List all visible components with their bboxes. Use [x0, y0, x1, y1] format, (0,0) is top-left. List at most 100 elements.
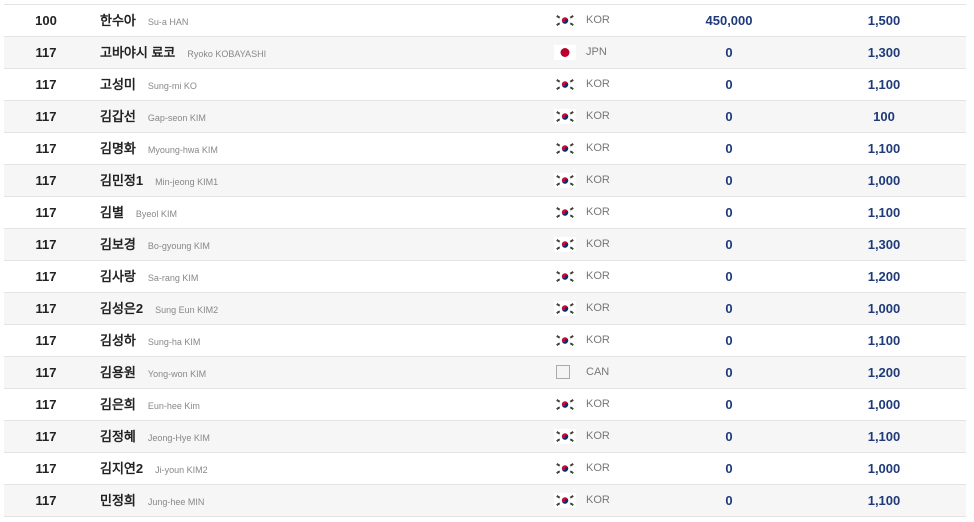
- flag-cell: [554, 261, 576, 292]
- kor-flag-icon: [554, 493, 576, 508]
- player-name[interactable]: 김명화 Myoung-hwa KIM: [100, 133, 218, 164]
- player-name[interactable]: 민정희 Jung-hee MIN: [100, 485, 204, 516]
- kor-flag-icon: [554, 141, 576, 156]
- player-name-korean[interactable]: 김정혜: [100, 429, 136, 444]
- player-name-korean[interactable]: 김지연2: [100, 461, 143, 476]
- player-name[interactable]: 김성하 Sung-ha KIM: [100, 325, 200, 356]
- player-name[interactable]: 김민정1 Min-jeong KIM1: [100, 165, 218, 196]
- player-name-korean[interactable]: 김갑선: [100, 109, 136, 124]
- table-row: 117 김보경 Bo-gyoung KIM KOR 0 1,300: [4, 229, 966, 261]
- table-row: 117 고바야시 료코 Ryoko KOBAYASHI JPN 0 1,300: [4, 37, 966, 69]
- flag-cell: [554, 69, 576, 100]
- points-cell: 0: [725, 45, 733, 60]
- player-name-english: Myoung-hwa KIM: [147, 145, 218, 155]
- points-cell: 0: [725, 77, 733, 92]
- flag-cell: [554, 357, 576, 388]
- points-cell: 0: [725, 237, 733, 252]
- player-name-english: Ryoko KOBAYASHI: [187, 49, 267, 59]
- player-name-english: Ji-youn KIM2: [155, 465, 208, 475]
- prize-cell: 1,100: [867, 205, 901, 220]
- flag-cell: [554, 165, 576, 196]
- kor-flag-icon: [554, 13, 576, 28]
- points-cell: 0: [725, 365, 733, 380]
- player-name-korean[interactable]: 고성미: [100, 77, 136, 92]
- player-name[interactable]: 고바야시 료코 Ryoko KOBAYASHI: [100, 37, 266, 68]
- broken-image-icon: [556, 365, 570, 379]
- player-name[interactable]: 김지연2 Ji-youn KIM2: [100, 453, 208, 484]
- rank-cell: 117: [35, 173, 57, 188]
- player-name-korean[interactable]: 김성하: [100, 333, 136, 348]
- table-row: 117 고성미 Sung-mi KO KOR 0 1,100: [4, 69, 966, 101]
- player-name[interactable]: 한수아 Su-a HAN: [100, 5, 188, 36]
- table-row: 117 김용원 Yong-won KIM CAN 0 1,200: [4, 357, 966, 389]
- player-name-korean[interactable]: 김명화: [100, 141, 136, 156]
- player-name-korean[interactable]: 김사랑: [100, 269, 136, 284]
- kor-flag-icon: [554, 77, 576, 92]
- nation-code: JPN: [586, 46, 607, 58]
- table-row: 117 김정혜 Jeong-Hye KIM KOR 0 1,100: [4, 421, 966, 453]
- nation-code: CAN: [586, 366, 610, 378]
- player-name-english: Eun-hee Kim: [147, 401, 200, 411]
- table-row: 117 김성하 Sung-ha KIM KOR 0 1,100: [4, 325, 966, 357]
- prize-cell: 1,000: [867, 397, 901, 412]
- player-name-korean[interactable]: 김보경: [100, 237, 136, 252]
- player-name[interactable]: 김별 Byeol KIM: [100, 197, 177, 228]
- player-name[interactable]: 김용원 Yong-won KIM: [100, 357, 206, 388]
- nation-code: KOR: [586, 302, 610, 314]
- rank-cell: 117: [35, 269, 57, 284]
- player-name-english: Sung-ha KIM: [147, 337, 201, 347]
- player-name-korean[interactable]: 김은희: [100, 397, 136, 412]
- points-cell: 0: [725, 461, 733, 476]
- flag-cell: [554, 421, 576, 452]
- table-row: 117 김성은2 Sung Eun KIM2 KOR 0 1,000: [4, 293, 966, 325]
- rank-cell: 117: [35, 333, 57, 348]
- points-cell: 0: [725, 301, 733, 316]
- player-name[interactable]: 김성은2 Sung Eun KIM2: [100, 293, 218, 324]
- rank-cell: 100: [35, 13, 57, 28]
- flag-cell: [554, 101, 576, 132]
- flag-cell: [554, 453, 576, 484]
- player-name[interactable]: 김보경 Bo-gyoung KIM: [100, 229, 210, 260]
- player-name-korean[interactable]: 민정희: [100, 493, 136, 508]
- player-name-english: Bo-gyoung KIM: [147, 241, 210, 251]
- points-cell: 0: [725, 205, 733, 220]
- prize-cell: 1,200: [867, 365, 901, 380]
- player-name[interactable]: 고성미 Sung-mi KO: [100, 69, 197, 100]
- player-name[interactable]: 김갑선 Gap-seon KIM: [100, 101, 206, 132]
- table-row: 100 한수아 Su-a HAN KOR 450,000 1,500: [4, 5, 966, 37]
- rank-cell: 117: [35, 45, 57, 60]
- points-cell: 0: [725, 269, 733, 284]
- player-name[interactable]: 김은희 Eun-hee Kim: [100, 389, 200, 420]
- player-name-korean[interactable]: 김민정1: [100, 173, 143, 188]
- kor-flag-icon: [554, 301, 576, 316]
- points-cell: 450,000: [705, 13, 753, 28]
- rank-cell: 117: [35, 365, 57, 380]
- jpn-flag-icon: [554, 45, 576, 60]
- player-name[interactable]: 김사랑 Sa-rang KIM: [100, 261, 198, 292]
- prize-cell: 1,000: [867, 461, 901, 476]
- nation-code: KOR: [586, 398, 610, 410]
- table-row: 117 김별 Byeol KIM KOR 0 1,100: [4, 197, 966, 229]
- kor-flag-icon: [554, 109, 576, 124]
- flag-cell: [554, 485, 576, 516]
- player-name-korean[interactable]: 김용원: [100, 365, 136, 380]
- nation-code: KOR: [586, 334, 610, 346]
- kor-flag-icon: [554, 429, 576, 444]
- player-name-korean[interactable]: 김별: [100, 205, 124, 220]
- kor-flag-icon: [554, 269, 576, 284]
- player-name-korean[interactable]: 고바야시 료코: [100, 45, 175, 60]
- flag-cell: [554, 293, 576, 324]
- table-row: 117 김사랑 Sa-rang KIM KOR 0 1,200: [4, 261, 966, 293]
- kor-flag-icon: [554, 461, 576, 476]
- player-name-english: Jung-hee MIN: [147, 497, 205, 507]
- prize-cell: 1,100: [867, 141, 901, 156]
- player-name-korean[interactable]: 한수아: [100, 13, 136, 28]
- flag-cell: [554, 325, 576, 356]
- player-name-english: Sa-rang KIM: [147, 273, 199, 283]
- player-name-korean[interactable]: 김성은2: [100, 301, 143, 316]
- prize-cell: 1,100: [867, 493, 901, 508]
- nation-code: KOR: [586, 14, 610, 26]
- rank-cell: 117: [35, 77, 57, 92]
- player-name[interactable]: 김정혜 Jeong-Hye KIM: [100, 421, 210, 452]
- points-cell: 0: [725, 493, 733, 508]
